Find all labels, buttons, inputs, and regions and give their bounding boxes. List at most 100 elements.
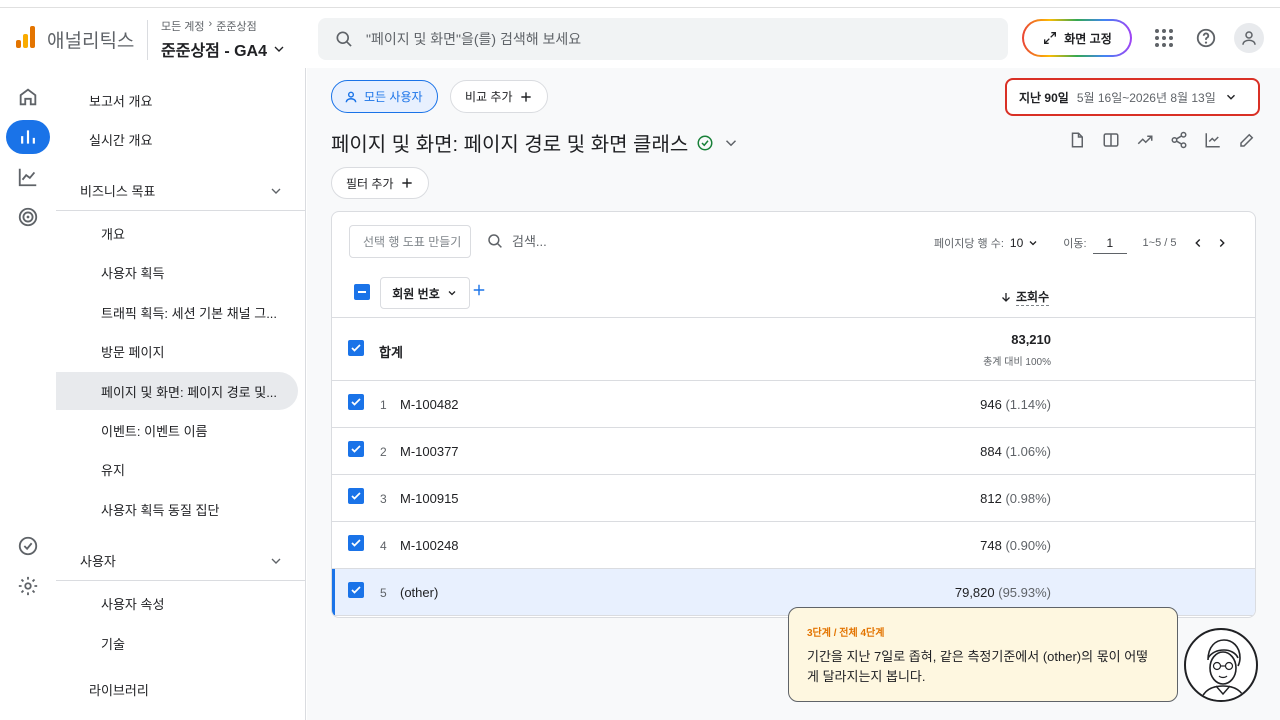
search-icon <box>336 31 352 47</box>
header-divider <box>147 20 148 60</box>
rail-admin[interactable] <box>6 569 50 603</box>
edit-pencil-icon[interactable] <box>1237 130 1257 150</box>
row-checkbox[interactable] <box>348 582 364 598</box>
nav-item-events[interactable]: 이벤트: 이벤트 이름 <box>56 411 298 449</box>
table-search[interactable] <box>486 232 632 250</box>
dimension-selector[interactable]: 회원 번호 <box>380 277 470 309</box>
row-metric-value: 946 <box>980 397 1002 412</box>
table-row[interactable]: 3 M-100915 812 (0.98%) <box>332 475 1255 522</box>
account-avatar[interactable] <box>1234 23 1264 53</box>
nav-library[interactable]: 라이브러리 <box>56 670 298 708</box>
account-name: 준준상점 - GA4 <box>161 43 267 60</box>
nav-item-retention[interactable]: 유지 <box>56 450 298 488</box>
document-icon[interactable] <box>1067 130 1087 150</box>
nav-item-pages-screens[interactable]: 페이지 및 화면: 페이지 경로 및... <box>56 372 298 410</box>
metric-column-header[interactable]: 조회수 <box>1000 288 1050 306</box>
brand-name[interactable]: 애널리틱스 <box>47 26 134 53</box>
global-search[interactable] <box>318 18 1008 60</box>
app-header: 애널리틱스 모든 계정 › 준준상점 준준상점 - GA4 화면 고정 <box>0 8 1280 68</box>
select-all-checkbox[interactable] <box>354 284 370 300</box>
arrow-down-icon <box>1002 293 1010 302</box>
row-metric: 946 (1.14%) <box>980 397 1051 412</box>
add-dimension-button[interactable] <box>472 280 486 303</box>
nav-section-users[interactable]: 사용자 <box>56 541 306 581</box>
compare-columns-icon[interactable] <box>1101 130 1121 150</box>
line-chart-icon <box>18 168 37 187</box>
help-icon[interactable] <box>1192 24 1220 52</box>
report-navigation: 보고서 개요 실시간 개요 비즈니스 목표 개요 사용자 획득 트래픽 획득: … <box>56 68 306 720</box>
share-icon[interactable] <box>1169 130 1189 150</box>
nav-item-landing-page[interactable]: 방문 페이지 <box>56 332 298 370</box>
check-icon <box>351 398 361 406</box>
row-checkbox[interactable] <box>348 488 364 504</box>
add-comparison-button[interactable]: 비교 추가 <box>450 80 548 113</box>
add-filter-label: 필터 추가 <box>346 176 394 191</box>
bar-chart-icon <box>21 130 35 144</box>
row-checkbox[interactable] <box>348 535 364 551</box>
guide-mascot-icon[interactable] <box>1184 628 1258 702</box>
dimension-label: 회원 번호 <box>392 286 440 301</box>
plot-rows-button[interactable]: 선택 행 도표 만들기 <box>349 225 471 258</box>
check-icon <box>351 492 361 500</box>
table-row[interactable]: 1 M-100482 946 (1.14%) <box>332 381 1255 428</box>
nav-item-cohort[interactable]: 사용자 획득 동질 집단 <box>56 490 298 528</box>
add-filter-button[interactable]: 필터 추가 <box>331 167 429 199</box>
nav-realtime-overview[interactable]: 실시간 개요 <box>56 120 298 158</box>
chevron-down-icon[interactable] <box>722 134 740 152</box>
account-picker[interactable]: 준준상점 - GA4 <box>161 37 287 61</box>
pin-screen-button[interactable]: 화면 고정 <box>1022 19 1132 57</box>
nav-item-user-acquisition[interactable]: 사용자 획득 <box>56 253 298 291</box>
person-icon <box>345 91 357 102</box>
check-icon <box>351 344 361 352</box>
chevron-left-icon[interactable] <box>1191 236 1205 250</box>
table-pager: 페이지당 행 수: 10 이동: 1 1~5 / 5 <box>934 232 1229 254</box>
window-top-edge <box>0 0 1280 8</box>
date-range-value: 5월 16일~2026년 8월 13일 <box>1076 90 1216 105</box>
rail-reports[interactable] <box>6 120 50 154</box>
nav-report-overview[interactable]: 보고서 개요 <box>56 81 298 119</box>
rail-explore[interactable] <box>6 160 50 194</box>
expand-icon <box>1044 32 1057 44</box>
row-metric-value: 748 <box>980 538 1002 553</box>
search-input[interactable] <box>366 31 966 47</box>
all-users-chip[interactable]: 모든 사용자 <box>331 80 438 113</box>
trending-icon[interactable] <box>1135 130 1155 150</box>
check-icon <box>351 445 361 453</box>
analytics-logo-icon[interactable] <box>16 26 35 48</box>
chevron-right-icon[interactable] <box>1215 236 1229 250</box>
rail-advertising[interactable] <box>6 200 50 234</box>
home-icon <box>19 88 37 106</box>
plus-icon <box>520 91 531 102</box>
table-search-input[interactable] <box>512 233 632 249</box>
table-row[interactable]: 2 M-100377 884 (1.06%) <box>332 428 1255 475</box>
row-metric: 884 (1.06%) <box>980 444 1051 459</box>
date-range-picker[interactable]: 지난 90일 5월 16일~2026년 8월 13일 <box>1005 78 1260 116</box>
row-metric-share: (1.14%) <box>1005 397 1051 412</box>
row-checkbox[interactable] <box>348 441 364 457</box>
insights-chart-icon[interactable] <box>1203 130 1223 150</box>
tutorial-step: 3단계 / 전체 4단계 <box>807 628 885 639</box>
table-header-row: 회원 번호 조회수 <box>332 274 1255 318</box>
chevron-down-icon <box>1226 94 1235 100</box>
row-metric-share: (1.06%) <box>1005 444 1051 459</box>
rail-home[interactable] <box>6 80 50 114</box>
totals-value: 83,210 <box>1011 332 1051 347</box>
rail-insights[interactable] <box>6 529 50 563</box>
table-row[interactable]: 4 M-100248 748 (0.90%) <box>332 522 1255 569</box>
nav-item-tech[interactable]: 기술 <box>56 624 298 662</box>
chevron-down-icon <box>274 46 284 52</box>
chevron-down-icon <box>448 291 456 296</box>
totals-checkbox[interactable] <box>348 340 364 356</box>
nav-item-traffic-acquisition[interactable]: 트래픽 획득: 세션 기본 채널 그... <box>56 293 298 331</box>
person-icon <box>1242 31 1256 45</box>
nav-item-overview[interactable]: 개요 <box>56 214 298 252</box>
apps-grid-icon[interactable] <box>1150 24 1178 52</box>
minus-icon <box>358 291 366 293</box>
goto-page-input[interactable]: 1 <box>1092 232 1127 254</box>
row-checkbox[interactable] <box>348 394 364 410</box>
totals-row: 합계 83,210 총계 대비 100% <box>332 318 1255 381</box>
date-range-label: 지난 90일 <box>1019 90 1069 105</box>
nav-item-user-attributes[interactable]: 사용자 속성 <box>56 584 298 622</box>
rows-per-page-select[interactable]: 10 <box>1010 236 1039 250</box>
nav-section-business-goals[interactable]: 비즈니스 목표 <box>56 171 306 211</box>
